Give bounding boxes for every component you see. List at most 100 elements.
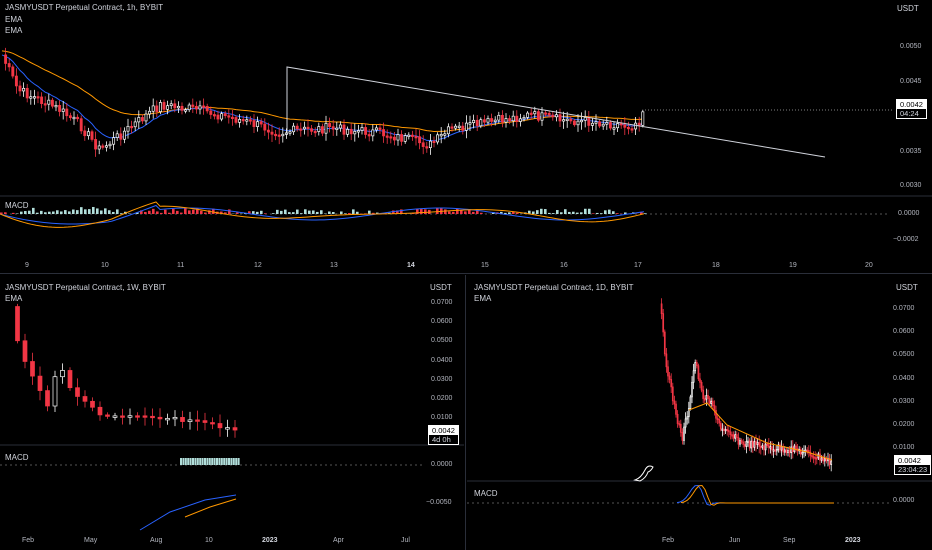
daily-time-tick: 2023 xyxy=(845,537,861,544)
macd-histogram-bar xyxy=(28,210,31,214)
daily-candle xyxy=(815,457,818,460)
main-candle xyxy=(403,135,407,142)
daily-candle xyxy=(707,395,709,399)
macd-histogram-bar xyxy=(235,458,238,465)
main-candle xyxy=(425,146,429,149)
main-candle xyxy=(97,145,101,150)
main-candle xyxy=(241,119,245,122)
pane-divider-vertical[interactable] xyxy=(465,275,466,550)
macd-histogram-bar xyxy=(420,208,423,214)
main-candle xyxy=(25,87,29,99)
macd-histogram-bar xyxy=(604,210,607,214)
daily-candle xyxy=(684,418,687,428)
weekly-chart-pane[interactable]: JASMYUSDT Perpetual Contract, 1W, BYBIT … xyxy=(0,275,464,550)
main-candle xyxy=(72,116,76,120)
dino-icon xyxy=(633,465,654,482)
main-candle xyxy=(608,122,612,129)
main-candle xyxy=(436,134,440,143)
main-candle xyxy=(263,123,267,131)
main-candle xyxy=(533,111,537,115)
macd-histogram-bar xyxy=(596,212,599,214)
weekly-countdown: 4d 0h xyxy=(429,435,458,444)
main-ema-legend-1: EMA xyxy=(5,15,23,24)
main-chart-title: JASMYUSDT Perpetual Contract, 1h, BYBIT xyxy=(5,3,164,12)
weekly-time-tick: 10 xyxy=(205,537,213,544)
macd-histogram-bar xyxy=(352,209,355,214)
weekly-candle xyxy=(172,417,178,420)
daily-candle xyxy=(671,386,674,402)
main-time-tick: 9 xyxy=(25,262,29,269)
daily-candle xyxy=(774,449,777,452)
main-candle xyxy=(637,122,641,126)
macd-histogram-bar xyxy=(201,458,204,465)
macd-histogram-bar xyxy=(184,208,187,214)
weekly-time-tick: Aug xyxy=(150,537,163,544)
weekly-time-tick: May xyxy=(84,537,98,544)
weekly-price-tick: 0.0100 xyxy=(431,414,453,421)
weekly-candle xyxy=(165,418,170,421)
weekly-time-tick: Apr xyxy=(333,537,344,544)
pane-divider-horizontal[interactable] xyxy=(0,273,932,274)
main-candle xyxy=(68,115,72,119)
macd-histogram-bar xyxy=(152,208,155,214)
main-candle xyxy=(29,96,33,99)
daily-candle xyxy=(679,423,682,433)
main-candle xyxy=(364,127,368,135)
macd-histogram-bar xyxy=(88,209,91,214)
macd-histogram-bar xyxy=(532,211,535,214)
daily-candle xyxy=(820,457,823,461)
main-candle xyxy=(594,121,598,124)
main-candle xyxy=(256,121,260,127)
daily-candle xyxy=(734,434,737,439)
daily-price-tick: 0.0100 xyxy=(893,444,915,451)
main-candle xyxy=(83,130,87,137)
daily-candle xyxy=(787,450,789,454)
daily-chart-pane[interactable]: JASMYUSDT Perpetual Contract, 1D, BYBIT … xyxy=(467,275,932,550)
weekly-candle xyxy=(187,419,193,422)
main-candle xyxy=(180,105,184,111)
main-unit-label: USDT xyxy=(897,4,919,13)
main-candle xyxy=(43,103,47,106)
daily-candle xyxy=(763,445,765,451)
main-candle xyxy=(216,114,220,120)
main-price-tick: 0.0045 xyxy=(900,78,922,85)
weekly-time-tick: Jul xyxy=(401,537,410,544)
daily-candle xyxy=(771,446,773,451)
weekly-candle xyxy=(120,415,125,418)
macd-histogram-bar xyxy=(444,209,447,214)
main-candle xyxy=(317,126,321,132)
main-candle xyxy=(176,105,180,109)
main-candle xyxy=(547,112,551,116)
daily-candle xyxy=(806,449,809,452)
main-candle xyxy=(335,127,339,130)
macd-histogram-bar xyxy=(296,209,299,214)
weekly-chart-canvas[interactable] xyxy=(0,275,464,550)
main-candle xyxy=(605,122,609,125)
daily-candle xyxy=(726,428,729,432)
daily-candle xyxy=(753,441,756,448)
main-candle xyxy=(342,124,346,135)
macd-histogram-bar xyxy=(256,211,259,214)
macd-histogram-bar xyxy=(92,206,95,214)
main-candle xyxy=(457,125,461,128)
main-candle xyxy=(626,126,630,130)
macd-histogram-bar xyxy=(436,208,439,214)
main-candle xyxy=(108,143,112,147)
macd-histogram-bar xyxy=(588,208,591,214)
macd-histogram-bar xyxy=(344,213,347,214)
macd-histogram-bar xyxy=(236,212,239,214)
daily-chart-canvas[interactable] xyxy=(467,275,932,550)
macd-histogram-bar xyxy=(308,210,311,214)
macd-histogram-bar xyxy=(60,211,63,214)
main-candle xyxy=(320,126,324,134)
macd-histogram-bar xyxy=(176,210,179,214)
main-chart-canvas[interactable] xyxy=(0,0,932,272)
daily-candle xyxy=(716,417,719,421)
daily-candle xyxy=(665,353,668,368)
daily-candle xyxy=(761,445,764,448)
weekly-unit-label: USDT xyxy=(430,283,452,292)
daily-candle xyxy=(708,398,711,404)
main-chart-pane[interactable]: JASMYUSDT Perpetual Contract, 1h, BYBIT … xyxy=(0,0,932,272)
daily-candle xyxy=(755,441,757,445)
macd-histogram-bar xyxy=(24,211,27,214)
